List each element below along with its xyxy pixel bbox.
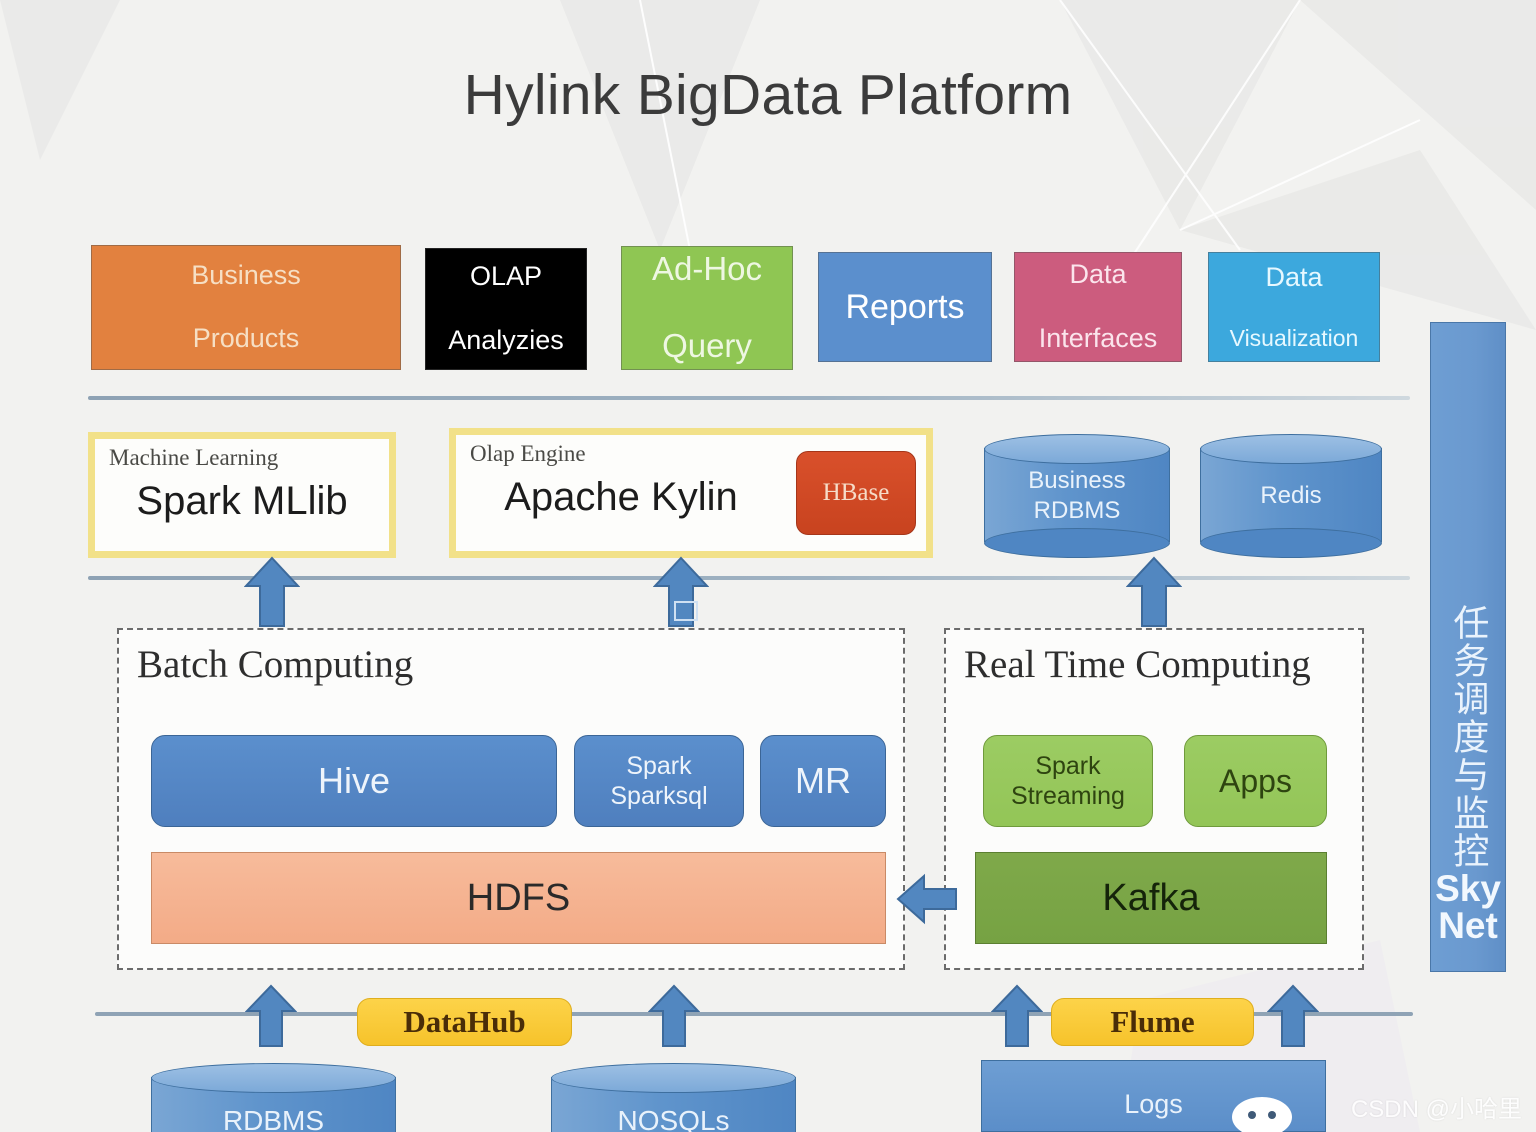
- storage-hdfs-label: HDFS: [466, 876, 571, 919]
- sidebar-english-line1: Sky: [1435, 867, 1501, 909]
- app-box-data-visualization-line2: Visualization: [1229, 325, 1359, 352]
- sidebar-chinese-label: 任务调度与监控: [1448, 603, 1490, 870]
- cylinder-business-rdbms[interactable]: Business RDBMS: [984, 434, 1170, 558]
- app-box-business-products-line1: Business: [191, 259, 301, 290]
- app-box-data-visualization-line1: Data: [1265, 261, 1323, 292]
- tile-apps[interactable]: Apps: [1184, 735, 1327, 827]
- divider-application-layer: [88, 396, 1410, 400]
- cylinder-rdbms-label: RDBMS: [222, 1105, 325, 1132]
- hbase-box[interactable]: HBase: [796, 451, 916, 535]
- cylinder-nosqls[interactable]: NOSQLs: [551, 1063, 796, 1132]
- sidebar-task-scheduling-monitoring[interactable]: 任务调度与监控 Sky Net: [1430, 322, 1506, 972]
- arrow-up-to-kylin: [653, 556, 709, 627]
- cylinder-nosqls-label: NOSQLs: [617, 1105, 730, 1132]
- arrow-up-logs-left-to-realtime: [991, 984, 1043, 1047]
- storage-kafka-label: Kafka: [1102, 876, 1200, 919]
- tile-spark-streaming-line1: Spark: [1035, 752, 1101, 780]
- panel-machine-learning[interactable]: Machine Learning Spark MLlib: [88, 432, 396, 558]
- arrow-up-rdbms-to-batch: [245, 984, 297, 1047]
- arrow-up-nosqls-to-batch: [648, 984, 700, 1047]
- tile-spark-streaming[interactable]: Spark Streaming: [983, 735, 1153, 827]
- arrow-up-logs-right-to-realtime: [1267, 984, 1319, 1047]
- app-box-olap-analyzies-line1: OLAP: [469, 261, 543, 292]
- app-box-olap-analyzies[interactable]: OLAP Analyzies: [425, 248, 587, 370]
- pipe-datahub-label: DataHub: [403, 1004, 526, 1039]
- panel-olap-engine-caption: Olap Engine: [470, 441, 586, 466]
- storage-kafka[interactable]: Kafka: [975, 852, 1327, 944]
- storage-hdfs[interactable]: HDFS: [151, 852, 886, 944]
- logs-mascot-icon: [1232, 1097, 1292, 1132]
- app-box-ad-hoc-query[interactable]: Ad-Hoc Query: [621, 246, 793, 370]
- tile-mr-label: MR: [795, 760, 851, 802]
- tile-spark-sparksql-line1: Spark: [626, 752, 692, 780]
- group-real-time-computing-title: Real Time Computing: [964, 643, 1311, 686]
- group-batch-computing-title: Batch Computing: [137, 643, 414, 686]
- cylinder-business-rdbms-label: Business RDBMS: [984, 434, 1170, 558]
- cylinder-business-rdbms-line1: Business: [1028, 467, 1126, 494]
- tile-apps-label: Apps: [1219, 762, 1292, 799]
- app-box-ad-hoc-query-line2: Query: [662, 327, 752, 365]
- arrow-up-to-business-rdbms: [1126, 556, 1182, 627]
- app-box-data-interfaces-line1: Data: [1069, 259, 1127, 290]
- cylinder-redis-label: Redis: [1260, 482, 1322, 509]
- panel-machine-learning-caption: Machine Learning: [109, 445, 279, 470]
- pipe-flume-label: Flume: [1110, 1004, 1195, 1039]
- app-box-data-visualization[interactable]: Data Visualization: [1208, 252, 1380, 362]
- source-logs-label: Logs: [1124, 1089, 1183, 1119]
- page-title: Hylink BigData Platform: [463, 63, 1073, 127]
- pipe-flume[interactable]: Flume: [1051, 998, 1254, 1046]
- cylinder-business-rdbms-line2: RDBMS: [1033, 497, 1121, 524]
- watermark: CSDN @小哈里: [1350, 1096, 1522, 1123]
- tile-spark-sparksql-line2: Sparksql: [610, 782, 708, 810]
- app-box-data-interfaces-line2: Interfaces: [1038, 322, 1158, 353]
- diagram-canvas: Hylink BigData Platform Business Product…: [0, 0, 1536, 1132]
- cylinder-redis[interactable]: Redis: [1200, 434, 1382, 558]
- cylinder-rdbms[interactable]: RDBMS: [151, 1063, 396, 1132]
- pipe-datahub[interactable]: DataHub: [357, 998, 572, 1046]
- app-box-reports[interactable]: Reports: [818, 252, 992, 362]
- tile-hive[interactable]: Hive: [151, 735, 557, 827]
- sidebar-english-line2: Net: [1438, 905, 1498, 947]
- arrow-up-to-mllib: [244, 556, 300, 627]
- panel-olap-engine-name: Apache Kylin: [504, 475, 738, 519]
- app-box-ad-hoc-query-line1: Ad-Hoc: [651, 249, 763, 287]
- tile-mr[interactable]: MR: [760, 735, 886, 827]
- tile-spark-sparksql[interactable]: Spark Sparksql: [574, 735, 744, 827]
- tile-spark-streaming-line2: Streaming: [1011, 782, 1125, 810]
- app-box-business-products[interactable]: Business Products: [91, 245, 401, 370]
- app-box-data-interfaces[interactable]: Data Interfaces: [1014, 252, 1182, 362]
- app-box-olap-analyzies-line2: Analyzies: [448, 324, 564, 355]
- tile-hive-label: Hive: [317, 760, 391, 802]
- app-box-business-products-line2: Products: [192, 323, 300, 354]
- arrow-left-kafka-to-hdfs: [896, 873, 957, 925]
- panel-machine-learning-name: Spark MLlib: [136, 479, 348, 523]
- app-box-reports-line1: Reports: [845, 287, 965, 326]
- panel-olap-engine[interactable]: Olap Engine Apache Kylin HBase: [449, 428, 933, 558]
